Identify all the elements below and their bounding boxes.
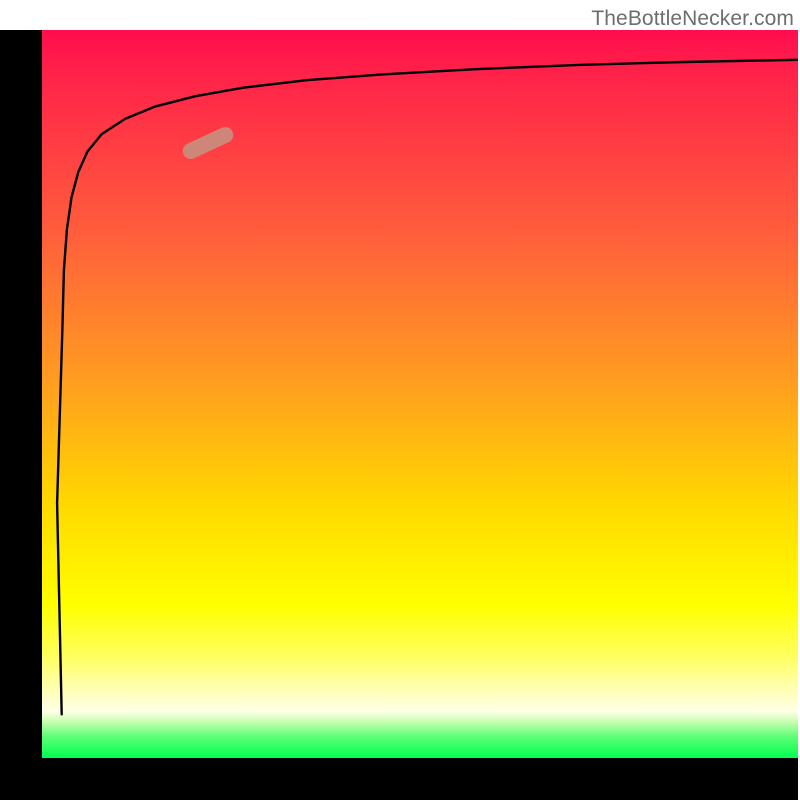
x-axis-bar	[0, 758, 798, 800]
plot-area	[42, 30, 798, 758]
chart-container: TheBottleNecker.com	[0, 0, 800, 800]
gradient-background	[42, 30, 798, 758]
watermark-text: TheBottleNecker.com	[591, 7, 794, 31]
y-axis-bar	[0, 30, 42, 758]
